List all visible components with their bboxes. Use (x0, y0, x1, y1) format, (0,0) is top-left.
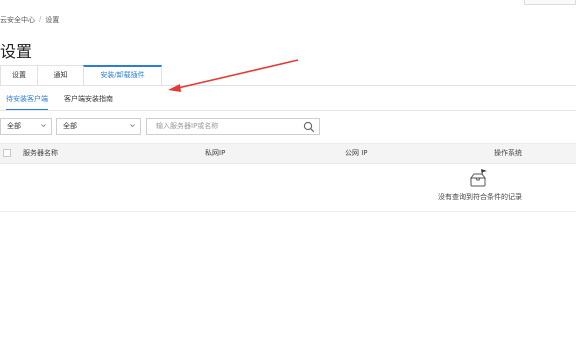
tab-install-uninstall-plugin[interactable]: 安装/卸载插件 (83, 65, 162, 86)
tab-bar: 设置 通知 安装/卸载插件 (0, 65, 162, 86)
subtab-pending-clients[interactable]: 待安装客户端 (6, 94, 48, 111)
select-all-checkbox[interactable] (3, 149, 11, 157)
tab-settings[interactable]: 设置 (0, 65, 38, 86)
column-os[interactable]: 操作系统 (494, 144, 522, 163)
filter-select-2-value: 全部 (63, 122, 77, 130)
breadcrumb-separator: / (39, 15, 42, 23)
empty-box-icon (470, 169, 487, 187)
table-body-divider (0, 211, 576, 212)
empty-state-text: 没有查询到符合条件的记录 (438, 193, 522, 201)
tab-notifications[interactable]: 通知 (37, 65, 84, 86)
breadcrumb: 云安全中心 / 设置 (0, 15, 59, 25)
top-right-control[interactable] (524, 0, 576, 5)
filter-select-2[interactable]: 全部 (56, 118, 141, 135)
page-title: 设置 (0, 42, 33, 61)
subtab-divider (0, 110, 576, 111)
chevron-down-icon (41, 124, 46, 127)
table-header: 服务器名称 私网IP 公网 IP 操作系统 (0, 143, 576, 164)
filter-select-1-value: 全部 (7, 122, 21, 130)
column-public-ip[interactable]: 公网 IP (345, 144, 368, 163)
column-server-name[interactable]: 服务器名称 (23, 144, 58, 163)
search-input[interactable]: 输入服务器IP或名称 (146, 118, 320, 135)
column-private-ip[interactable]: 私网IP (205, 144, 225, 163)
breadcrumb-current: 设置 (45, 16, 60, 24)
search-icon[interactable] (303, 121, 315, 133)
filter-select-1[interactable]: 全部 (0, 118, 52, 135)
subtab-install-guide[interactable]: 客户端安装指南 (64, 94, 113, 111)
annotation-arrow (168, 59, 299, 92)
tab-bar-divider (0, 85, 576, 86)
chevron-down-icon (130, 124, 135, 127)
search-placeholder: 输入服务器IP或名称 (156, 122, 219, 130)
breadcrumb-root[interactable]: 云安全中心 (0, 15, 35, 25)
subtab-bar: 待安装客户端 客户端安装指南 (0, 94, 113, 111)
